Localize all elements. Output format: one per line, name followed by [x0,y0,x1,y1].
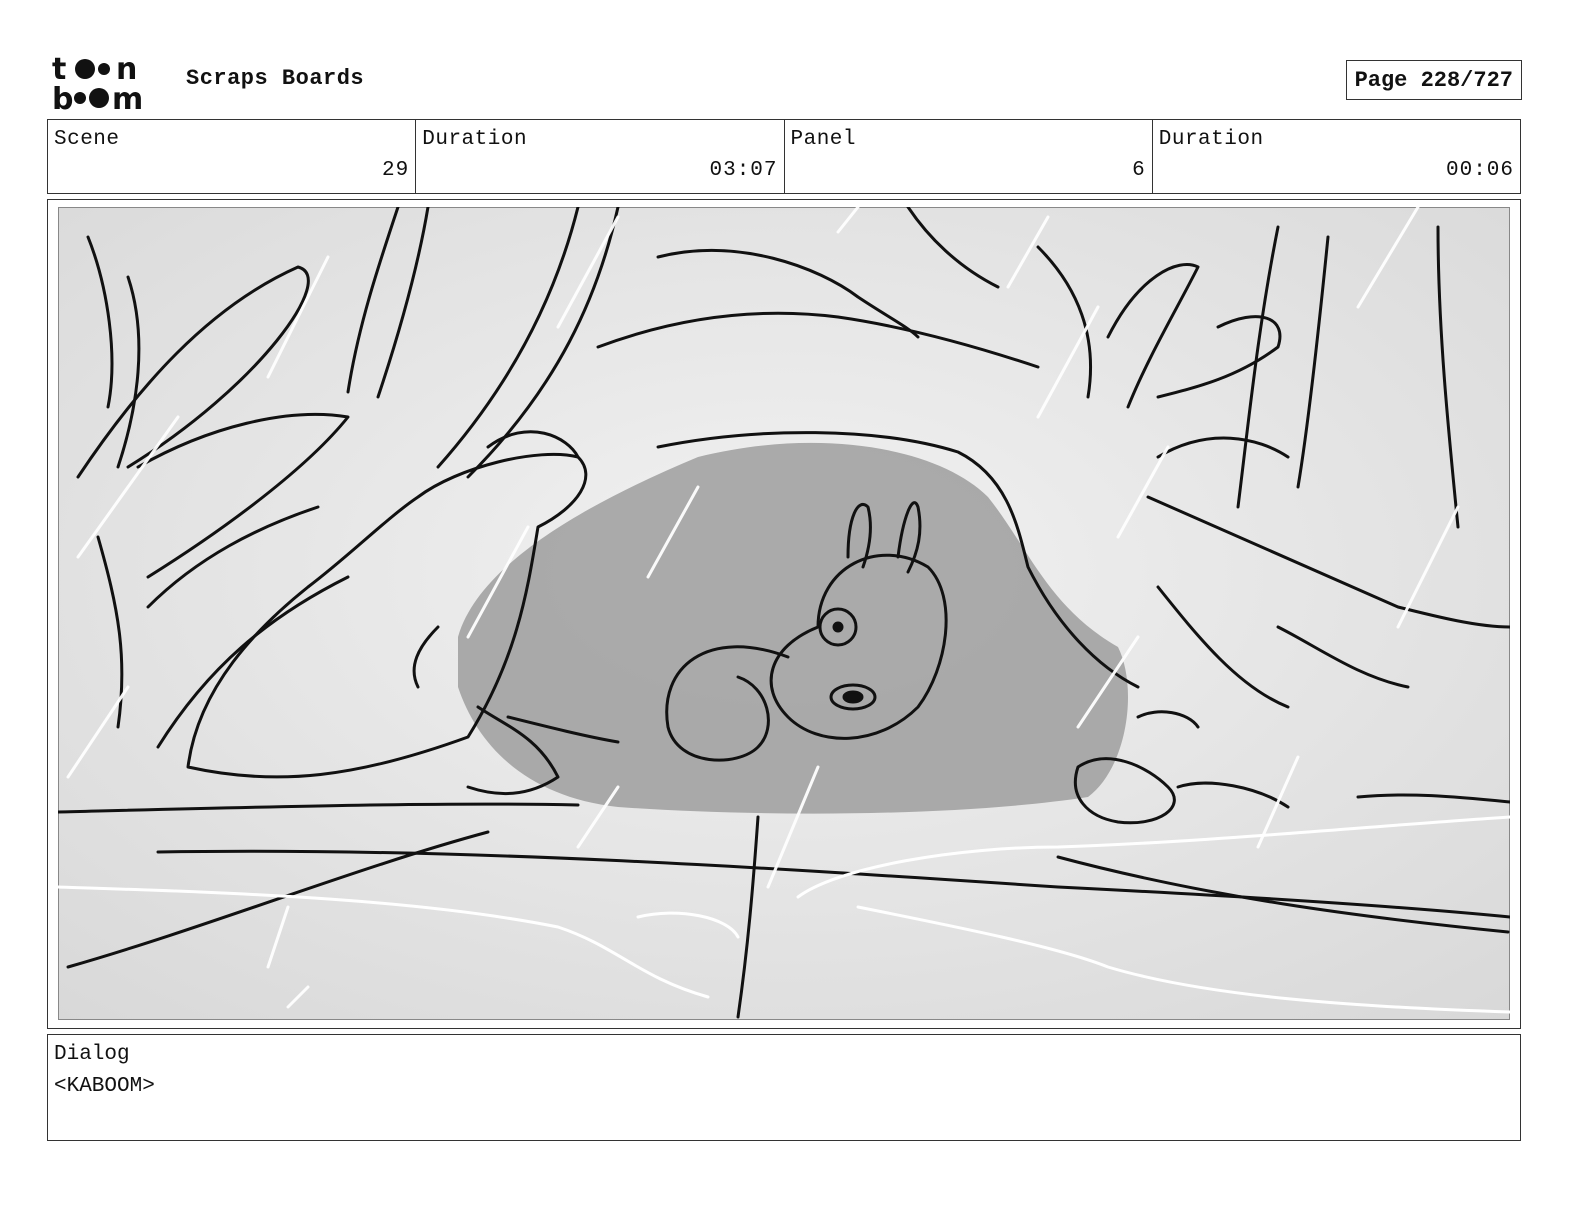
panel-duration-cell: Duration 00:06 [1153,120,1520,193]
scene-duration-cell: Duration 03:07 [416,120,785,193]
scene-duration-value: 03:07 [709,159,778,182]
scene-duration-label: Duration [422,128,528,151]
panel-cell: Panel 6 [785,120,1153,193]
panel-duration-value: 00:06 [1445,159,1514,182]
panel-duration-label: Duration [1158,128,1264,151]
panel-frame [47,199,1521,1029]
svg-text:b: b [52,82,73,112]
toon-boom-logo: t n b m [52,52,143,112]
page-number: Page 228/727 [1345,60,1522,100]
scene-value: 29 [382,159,410,182]
scene-cell: Scene 29 [48,120,417,193]
scene-label: Scene [54,128,120,151]
app-title: Scraps Boards [186,66,365,91]
panel-value: 6 [1132,159,1146,182]
dialog-text: <KABOOM> [54,1075,155,1098]
panel-label: Panel [790,128,857,151]
storyboard-sketch-image [58,207,1510,1020]
dialog-label: Dialog [54,1043,130,1066]
info-row: Scene 29 Duration 03:07 Panel 6 Duration… [47,119,1521,194]
svg-text:m: m [112,82,143,112]
dialog-box: Dialog <KABOOM> [47,1034,1521,1141]
